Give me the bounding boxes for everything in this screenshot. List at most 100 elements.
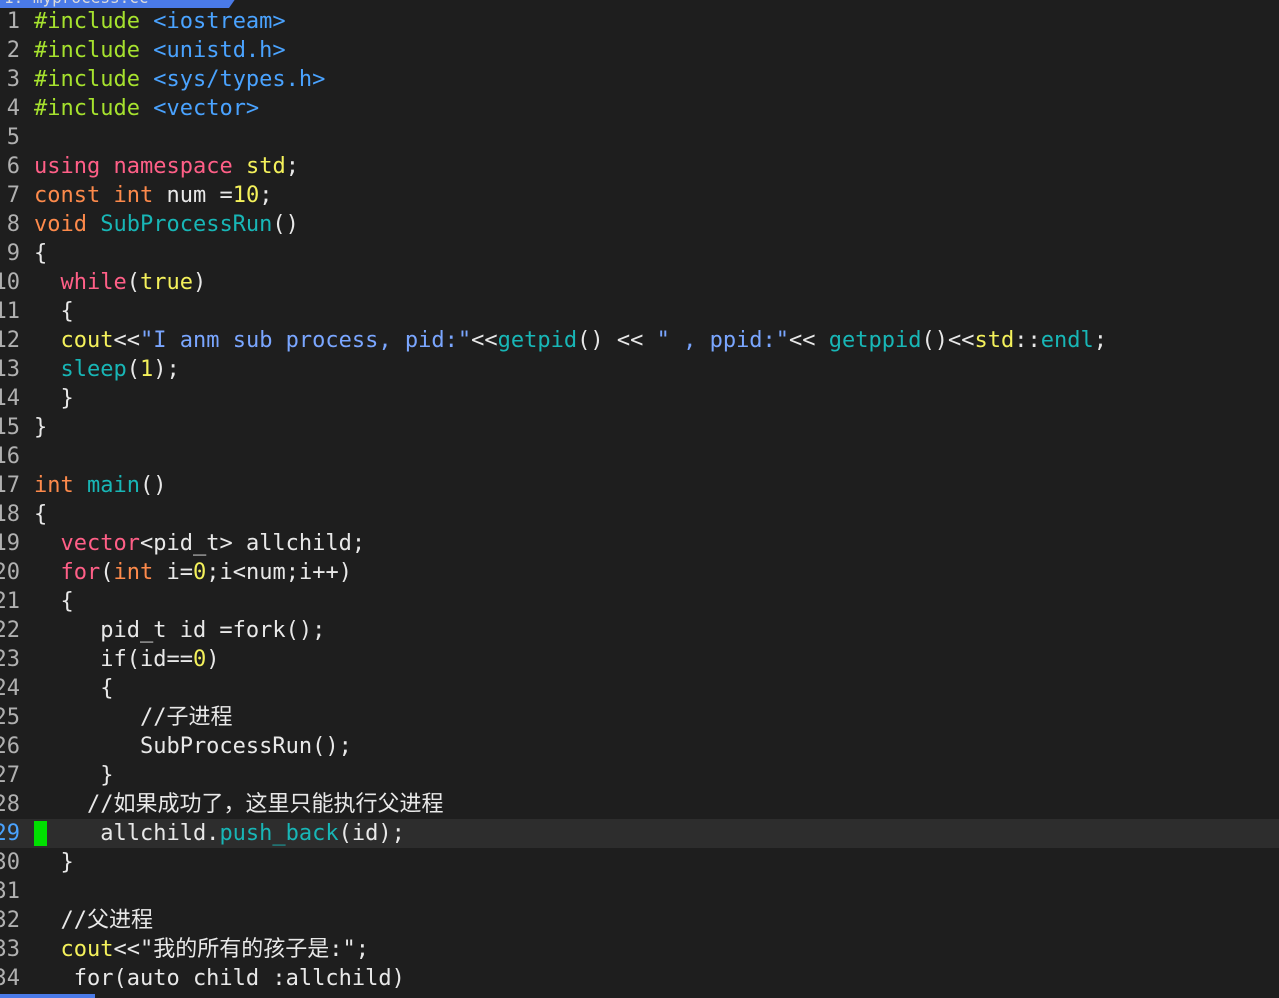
code-token: 10 bbox=[232, 183, 260, 208]
code-token: getppid bbox=[828, 328, 922, 353]
code-token: } bbox=[34, 386, 74, 411]
code-line[interactable]: 29 allchild.push_back(id); bbox=[0, 819, 1279, 848]
code-line[interactable]: 33 cout<<"我的所有的孩子是:"; bbox=[0, 935, 1279, 964]
code-line[interactable]: 2 #include <unistd.h> bbox=[0, 36, 1279, 65]
line-number: 25 bbox=[0, 705, 20, 730]
line-text: } bbox=[34, 384, 74, 413]
code-line[interactable]: 30 } bbox=[0, 848, 1279, 877]
line-number: 4 bbox=[6, 96, 20, 121]
line-number: 31 bbox=[0, 879, 20, 904]
code-line[interactable]: 6 using namespace std; bbox=[0, 152, 1279, 181]
line-text: { bbox=[34, 674, 113, 703]
code-line[interactable]: 26 SubProcessRun(); bbox=[0, 732, 1279, 761]
code-token: pid_t id =fork(); bbox=[34, 618, 326, 643]
code-line[interactable]: 11 { bbox=[0, 297, 1279, 326]
vim-editor[interactable]: 1: myprocess.cc 1#include <iostream>2#in… bbox=[0, 0, 1279, 998]
line-number: 22 bbox=[0, 618, 20, 643]
line-text: //如果成功了，这里只能执行父进程 bbox=[34, 790, 444, 819]
line-text: for(auto child :allchild) bbox=[34, 964, 405, 993]
code-token: 0 bbox=[193, 560, 207, 585]
code-token: //子进程 bbox=[34, 705, 233, 730]
code-token: int bbox=[113, 560, 154, 585]
code-token: namespace bbox=[113, 154, 233, 179]
code-line[interactable]: 25 //子进程 bbox=[0, 703, 1279, 732]
line-number: 10 bbox=[0, 270, 20, 295]
code-line[interactable]: 1 #include <iostream> bbox=[0, 7, 1279, 36]
code-line[interactable]: 23 if(id==0) bbox=[0, 645, 1279, 674]
code-line[interactable]: 21 { bbox=[0, 587, 1279, 616]
line-text: #include <unistd.h> bbox=[34, 36, 286, 65]
code-line[interactable]: 19 vector<pid_t> allchild; bbox=[0, 529, 1279, 558]
code-token: for(auto child :allchild) bbox=[34, 966, 405, 991]
line-number: 27 bbox=[0, 763, 20, 788]
line-text: #include <vector> bbox=[34, 94, 259, 123]
line-text: { bbox=[34, 239, 47, 268]
line-number: 18 bbox=[0, 502, 20, 527]
code-token: << bbox=[113, 328, 140, 353]
line-text: void SubProcessRun() bbox=[34, 210, 299, 239]
line-text: #include <sys/types.h> bbox=[34, 65, 325, 94]
code-line[interactable]: 20 for(int i=0;i<num;i++) bbox=[0, 558, 1279, 587]
code-line[interactable]: 32 //父进程 bbox=[0, 906, 1279, 935]
line-number: 23 bbox=[0, 647, 20, 672]
code-token: push_back bbox=[219, 821, 339, 846]
code-token: true bbox=[139, 270, 193, 295]
line-text: vector<pid_t> allchild; bbox=[34, 529, 366, 558]
code-token: () << bbox=[577, 328, 657, 353]
code-token: <iostream> bbox=[153, 9, 286, 34]
code-line[interactable]: 7 const int num =10; bbox=[0, 181, 1279, 210]
code-line[interactable]: 34 for(auto child :allchild) bbox=[0, 964, 1279, 993]
line-number: 11 bbox=[0, 299, 20, 324]
code-line[interactable]: 17 int main() bbox=[0, 471, 1279, 500]
line-number: 7 bbox=[6, 183, 20, 208]
code-line[interactable]: 3 #include <sys/types.h> bbox=[0, 65, 1279, 94]
code-token: #include bbox=[34, 96, 154, 121]
line-number: 30 bbox=[0, 850, 20, 875]
code-line[interactable]: 8 void SubProcessRun() bbox=[0, 210, 1279, 239]
code-token: ) bbox=[206, 647, 220, 672]
code-token: 1 bbox=[139, 357, 154, 382]
code-token: SubProcessRun bbox=[100, 212, 273, 237]
code-token: << bbox=[471, 328, 498, 353]
code-line[interactable]: 31 bbox=[0, 877, 1279, 906]
code-line[interactable]: 4 #include <vector> bbox=[0, 94, 1279, 123]
code-token: () bbox=[272, 212, 299, 237]
line-number: 1 bbox=[6, 9, 20, 34]
code-line[interactable]: 15} bbox=[0, 413, 1279, 442]
code-token: << bbox=[113, 937, 140, 962]
line-text: sleep(1); bbox=[34, 355, 180, 384]
code-token: using bbox=[34, 154, 101, 179]
line-number: 5 bbox=[6, 125, 20, 150]
code-line[interactable]: 22 pid_t id =fork(); bbox=[0, 616, 1279, 645]
code-line[interactable]: 5 bbox=[0, 123, 1279, 152]
code-token: << bbox=[789, 328, 829, 353]
line-text: for(int i=0;i<num;i++) bbox=[34, 558, 352, 587]
code-line[interactable]: 18 { bbox=[0, 500, 1279, 529]
code-line[interactable]: 14 } bbox=[0, 384, 1279, 413]
code-line[interactable]: 27 } bbox=[0, 761, 1279, 790]
line-number: 28 bbox=[0, 792, 20, 817]
code-line[interactable]: 24 { bbox=[0, 674, 1279, 703]
code-token: { bbox=[34, 676, 114, 701]
line-text: int main() bbox=[34, 471, 166, 500]
code-line[interactable]: 12 cout<<"I anm sub process, pid:"<<getp… bbox=[0, 326, 1279, 355]
text-cursor bbox=[34, 821, 47, 846]
line-number: 9 bbox=[6, 241, 20, 266]
line-number: 3 bbox=[6, 67, 20, 92]
code-token: //父进程 bbox=[34, 908, 153, 933]
code-token: //如果成功了，这里只能执行父进程 bbox=[34, 792, 444, 817]
code-line[interactable]: 9{ bbox=[0, 239, 1279, 268]
code-line[interactable]: 10 while(true) bbox=[0, 268, 1279, 297]
code-line[interactable]: 16 bbox=[0, 442, 1279, 471]
code-line[interactable]: 28 //如果成功了，这里只能执行父进程 bbox=[0, 790, 1279, 819]
code-line[interactable]: 13 sleep(1); bbox=[0, 355, 1279, 384]
code-token: { bbox=[34, 299, 74, 324]
code-token: #include bbox=[34, 67, 154, 92]
code-area[interactable]: 1 #include <iostream> 2 #include <unistd.h>… bbox=[0, 7, 1279, 993]
code-token: " , ppid:" bbox=[656, 328, 790, 353]
line-number: 19 bbox=[0, 531, 20, 556]
